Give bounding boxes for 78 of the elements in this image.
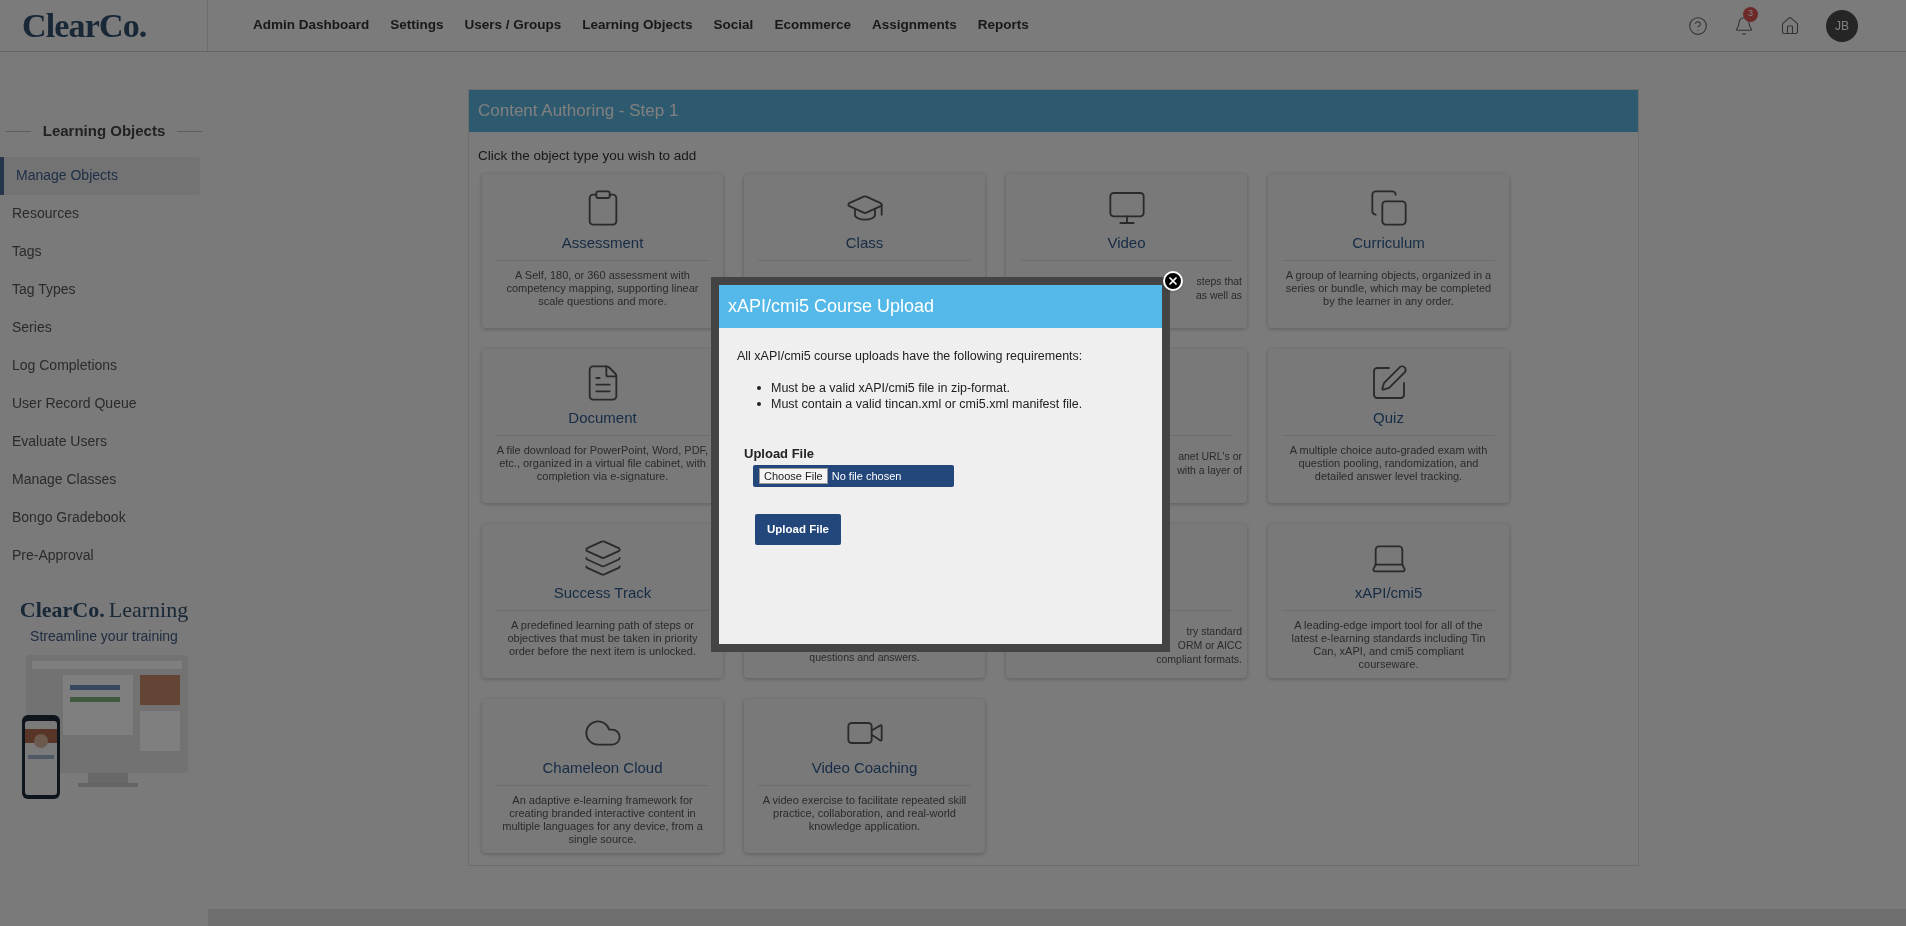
card-description: try standard <box>1186 624 1242 639</box>
requirement-text: Must contain a valid tincan.xml or cmi5.xml manifest file. <box>771 395 1083 412</box>
promo-logo-suffix: Learning <box>108 595 189 624</box>
card-description: compliant formats. <box>1156 652 1242 667</box>
sidebar-item[interactable]: Tags <box>0 232 200 271</box>
card-title: Video <box>1107 233 1146 253</box>
sidebar-item[interactable]: Tag Types <box>0 270 200 309</box>
card-title: Quiz <box>1373 408 1404 428</box>
card-description: A predefined learning path of steps or objectives that must be taken in priority order before the next item is unlocked. <box>506 619 699 659</box>
card-description: questions and answers. <box>809 651 920 665</box>
modal-header: xAPI/cmi5 Course Upload <box>719 285 1162 328</box>
promo-logo: ClearCo. <box>19 595 105 624</box>
card-description: anet URL's or <box>1178 449 1242 464</box>
card-title: xAPI/cmi5 <box>1354 583 1423 603</box>
modal-intro: All xAPI/cmi5 course uploads have the following requirements: <box>737 348 1084 365</box>
choose-file-button[interactable]: Choose File <box>759 468 828 485</box>
user-avatar[interactable]: JB <box>1826 9 1858 42</box>
nav-link[interactable]: Settings <box>390 15 444 36</box>
card-description: ORM or AICC <box>1177 638 1242 653</box>
card-description: A file download for PowerPoint, Word, PDF, etc., organized in a virtual file cabinet, with completion via e-signature. <box>496 444 709 484</box>
card-description: with a layer of <box>1177 463 1242 478</box>
card-description: A leading-edge import tool for all of the latest e-learning standards including Tin Can, xAPI, and cmi5 compliant courseware. <box>1290 619 1487 672</box>
card-title: Video Coaching <box>811 758 918 778</box>
card-description: An adaptive e-learning framework for creating branded interactive content in multiple languages for any device, from a single source. <box>501 794 704 847</box>
logo[interactable]: ClearCo. <box>22 0 147 51</box>
card-title: Assessment <box>561 233 644 253</box>
nav-link[interactable]: Learning Objects <box>582 15 693 36</box>
card-title: Chameleon Cloud <box>542 758 663 778</box>
requirement-text: Must be a valid xAPI/cmi5 file in zip-format. <box>771 379 1010 396</box>
home-icon[interactable] <box>1780 15 1800 36</box>
nav-link[interactable]: Ecommerce <box>774 15 851 36</box>
sidebar-item[interactable]: Manage Objects <box>0 156 200 195</box>
card-title: Class <box>845 233 884 253</box>
object-card[interactable]: Video Coaching A video exercise to facilitate repeated skill practice, collaboration, and real-world knowledge application. <box>744 699 985 854</box>
notification-badge: 3 <box>1743 6 1758 22</box>
stacked-pages-icon <box>1368 188 1409 229</box>
card-description: A group of learning objects, organized in a series or bundle, which may be completed by the learner in any order. <box>1284 269 1493 309</box>
card-description: as well as <box>1195 288 1242 303</box>
file-input[interactable]: Choose File No file chosen <box>753 465 954 488</box>
nav-link[interactable]: Users / Groups <box>464 15 562 36</box>
bullet-icon <box>757 401 761 406</box>
sidebar-item[interactable]: Series <box>0 308 200 347</box>
notifications-icon[interactable] <box>1734 15 1754 36</box>
nav-link[interactable]: Admin Dashboard <box>253 15 370 36</box>
object-card[interactable]: xAPI/cmi5 A leading-edge import tool for all of the latest e-learning standards including Tin Can, xAPI, and cmi5 compliant courseware. <box>1268 524 1509 679</box>
sidebar-title: Learning Objects <box>42 121 166 141</box>
help-icon[interactable] <box>1688 15 1708 36</box>
nav-link[interactable]: Reports <box>977 15 1029 36</box>
object-card[interactable]: Assessment A Self, 180, or 360 assessment with competency mapping, supporting linear scale questions and more. <box>482 174 723 329</box>
field-label: Upload File <box>744 444 816 463</box>
sidebar-item[interactable]: Evaluate Users <box>0 422 200 461</box>
card-title: Success Track <box>553 583 652 603</box>
card-description: A video exercise to facilitate repeated skill practice, collaboration, and real-world knowledge application. <box>761 794 968 834</box>
nav-link[interactable]: Social <box>713 15 754 36</box>
card-description: A Self, 180, or 360 assessment with competency mapping, supporting linear scale questions and more. <box>505 269 700 309</box>
file-status: No file chosen <box>831 469 902 484</box>
sidebar-item[interactable]: Log Completions <box>0 346 200 385</box>
card-description: A multiple choice auto-graded exam with question pooling, randomization, and detailed answer level tracking. <box>1288 444 1489 484</box>
object-card[interactable]: Success Track A predefined learning path of steps or objectives that must be taken in priority order before the next item is unlocked. <box>482 524 723 679</box>
sidebar-item[interactable]: User Record Queue <box>0 384 200 423</box>
nav-link[interactable]: Assignments <box>871 15 957 36</box>
card-title: Document <box>568 408 637 428</box>
panel-header: Content Authoring - Step 1 <box>469 90 1638 132</box>
object-card[interactable]: Chameleon Cloud An adaptive e-learning framework for creating branded interactive content in multiple languages for any device, from a single source. <box>482 699 723 854</box>
layers-icon <box>582 538 623 579</box>
sidebar-item[interactable]: Pre-Approval <box>0 536 200 575</box>
bullet-icon <box>757 385 761 390</box>
object-card[interactable]: Curriculum A group of learning objects, organized in a series or bundle, which may be completed by the learner in any order. <box>1268 174 1509 329</box>
sidebar-item[interactable]: Resources <box>0 194 200 233</box>
card-title: Curriculum <box>1352 233 1425 253</box>
upload-file-button[interactable]: Upload File <box>755 514 841 546</box>
card-description: steps that <box>1196 274 1242 289</box>
sidebar-item[interactable]: Bongo Gradebook <box>0 498 200 537</box>
object-card[interactable]: Quiz A multiple choice auto-graded exam with question pooling, randomization, and detailed answer level tracking. <box>1268 349 1509 504</box>
instruction-text: Click the object type you wish to add <box>478 147 698 165</box>
promo-tagline: Streamline your training <box>30 626 178 646</box>
close-icon <box>1167 275 1179 287</box>
sidebar-item[interactable]: Manage Classes <box>0 460 200 499</box>
